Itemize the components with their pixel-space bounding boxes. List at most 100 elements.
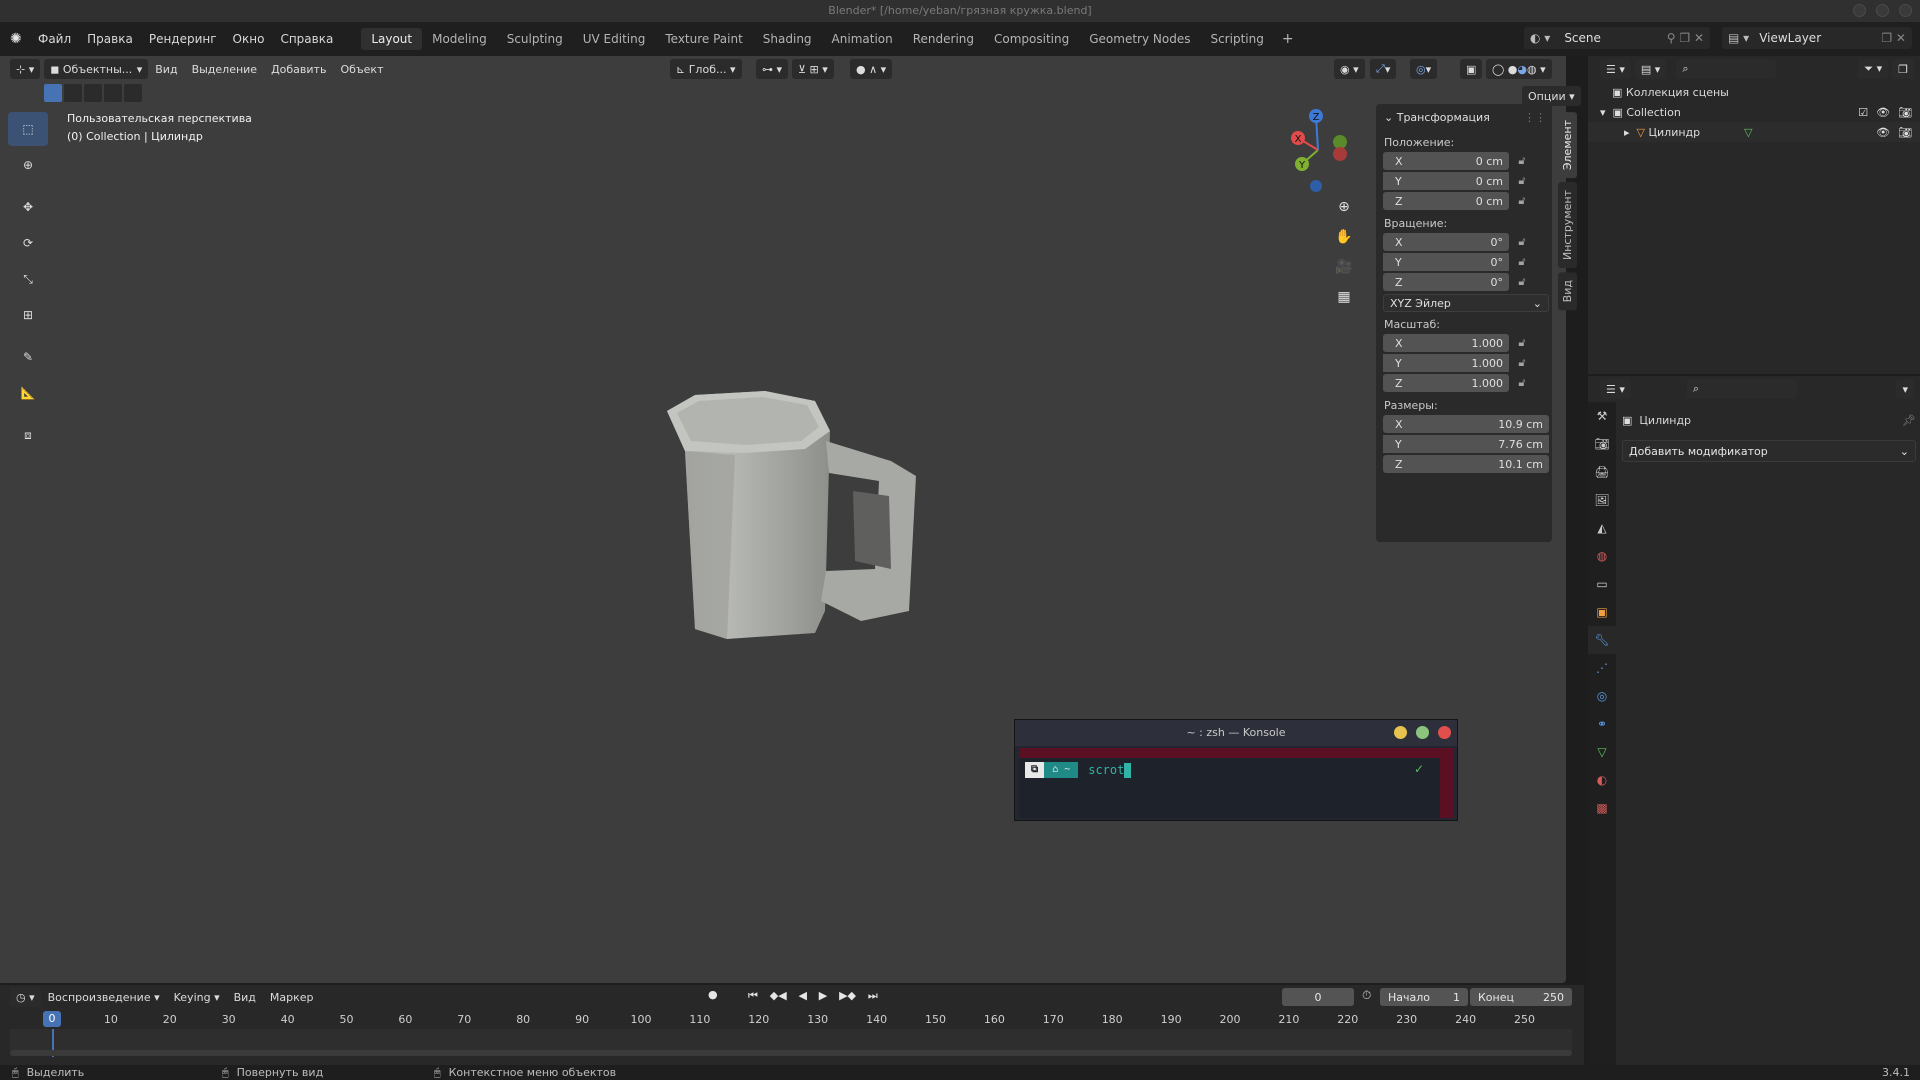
gizmo-neg-y-axis[interactable] [1333,135,1347,149]
minimize-button[interactable] [1853,4,1866,17]
dimensions-z-field[interactable]: Z 10.1 cm [1383,455,1549,473]
grid-perspective-icon[interactable]: ▦ [1331,284,1357,310]
blender-logo-icon[interactable]: ✺ [10,31,30,47]
object-icon[interactable]: ▣ [1588,598,1616,626]
select-extend-button[interactable] [64,84,82,102]
view-layer-add-icon[interactable]: ❐ ✕ [1881,31,1906,45]
scale-tool[interactable]: ⤡ [8,262,48,296]
mode-dropdown[interactable]: ◼ Объектны... ▾ [44,59,149,79]
location-y-field[interactable]: Y 0 cm [1383,172,1509,190]
shading-modes[interactable]: ◯ ● ◕ ◍ ▾ [1486,59,1552,79]
tab-sculpting[interactable]: Sculpting [497,28,573,50]
properties-editor-type-button[interactable]: ☰ ▾ [1600,379,1631,399]
camera-icon[interactable]: 📷︎ [1898,106,1912,119]
expand-arrow-icon[interactable]: ▸ [1624,126,1637,139]
tab-shading[interactable]: Shading [753,28,822,50]
outliner-search-input[interactable]: ⌕ [1676,59,1777,79]
expand-arrow-icon[interactable]: ▾ [1600,106,1613,119]
prev-keyframe-icon[interactable]: ◆◀ [766,989,791,1002]
tab-compositing[interactable]: Compositing [984,28,1079,50]
particles-icon[interactable]: ⋰ [1588,654,1616,682]
lock-icon[interactable]: 🔓︎ [1509,194,1535,208]
add-workspace-button[interactable]: + [1274,31,1302,47]
checkbox-icon[interactable]: ☑ [1858,106,1868,119]
zoom-icon[interactable]: ⊕ [1331,194,1357,220]
menu-file[interactable]: Файл [30,28,79,50]
select-new-button[interactable] [44,84,62,102]
collection-icon[interactable]: ▭ [1588,570,1616,598]
tab-layout[interactable]: Layout [361,28,423,50]
tab-modeling[interactable]: Modeling [422,28,497,50]
render-icon[interactable]: 📷︎ [1588,430,1616,458]
overlay-toggle[interactable]: ◎ ▾ [1410,59,1438,79]
konsole-maximize-button[interactable] [1416,726,1429,739]
eye-icon[interactable]: 👁︎ [1876,126,1890,139]
location-x-field[interactable]: X 0 cm [1383,152,1509,170]
view-layer-selector[interactable]: ▤ ▾ ViewLayer ❐ ✕ [1722,27,1912,49]
3d-viewport[interactable]: ⊹ ▾ ◼ Объектны... ▾ Вид Выделение Добави… [0,56,1581,983]
menu-render[interactable]: Рендеринг [141,28,225,50]
jump-end-icon[interactable]: ⏭ [864,989,882,1002]
stopwatch-icon[interactable]: ⏱ [1362,988,1371,1003]
rotation-z-field[interactable]: Z 0° [1383,273,1509,291]
tool-settings-icon[interactable]: ⚒ [1588,402,1616,430]
konsole-titlebar[interactable]: ~ : zsh — Konsole [1015,720,1457,746]
select-invert-button[interactable] [104,84,122,102]
lock-icon[interactable]: 🔓︎ [1509,235,1535,249]
rotate-tool[interactable]: ⟳ [8,226,48,260]
output-icon[interactable]: 🖨︎ [1588,458,1616,486]
cursor-tool[interactable]: ⊕ [8,148,48,182]
menu-add[interactable]: Добавить [264,63,333,76]
camera-icon[interactable]: 🎥 [1331,254,1357,280]
world-icon[interactable]: ◍ [1588,542,1616,570]
konsole-minimize-button[interactable] [1394,726,1407,739]
editor-type-button[interactable]: ⊹ ▾ [10,59,41,79]
tab-geometry-nodes[interactable]: Geometry Nodes [1079,28,1200,50]
display-mode-button[interactable]: ▤ ▾ [1634,59,1667,79]
constraints-icon[interactable]: ⚭ [1588,710,1616,738]
timeline-editor-type-button[interactable]: ◷ ▾ [10,987,41,1007]
tab-view[interactable]: Вид [1558,272,1577,311]
dimensions-y-field[interactable]: Y 7.76 cm [1383,435,1549,453]
scale-y-field[interactable]: Y 1.000 [1383,354,1509,372]
current-frame-marker[interactable]: 0 [43,1011,61,1027]
gizmo-neg-z-axis[interactable] [1310,180,1322,192]
tab-animation[interactable]: Animation [822,28,903,50]
material-icon[interactable]: ◐ [1588,766,1616,794]
mesh-data-icon[interactable]: ▽ [1588,738,1616,766]
menu-view[interactable]: Вид [148,63,184,76]
options-dropdown[interactable]: Опции ▾ [1522,86,1581,106]
terminal-scrollbar[interactable] [1440,758,1454,818]
lock-icon[interactable]: 🔓︎ [1509,275,1535,289]
add-modifier-dropdown[interactable]: Добавить модификатор ⌄ [1622,440,1916,462]
move-tool[interactable]: ✥ [8,190,48,224]
gizmo-neg-x-axis[interactable] [1333,147,1347,161]
pin-icon[interactable]: 📌︎ [1902,414,1916,427]
view-layer-icon[interactable]: 🖼︎ [1588,486,1616,514]
dimensions-x-field[interactable]: X 10.9 cm [1383,415,1549,433]
pivot-point-button[interactable]: ⊶ ▾ [756,59,789,79]
lock-icon[interactable]: 🔓︎ [1509,255,1535,269]
texture-icon[interactable]: ▩ [1588,794,1616,822]
lock-icon[interactable]: 🔓︎ [1509,356,1535,370]
new-collection-icon[interactable]: ❐ [1892,59,1914,79]
tab-tool[interactable]: Инструмент [1558,182,1577,269]
timeline-scrollbar[interactable] [10,1050,1572,1056]
camera-icon[interactable]: 📷︎ [1898,126,1912,139]
maximize-button[interactable] [1876,4,1889,17]
play-reverse-icon[interactable]: ◀ [794,989,810,1002]
rotation-x-field[interactable]: X 0° [1383,233,1509,251]
rotation-y-field[interactable]: Y 0° [1383,253,1509,271]
scene-collection-row[interactable]: ▣ Коллекция сцены [1588,82,1920,102]
end-frame-field[interactable]: Конец 250 [1470,988,1572,1006]
hand-pan-icon[interactable]: ✋ [1331,224,1357,250]
menu-window[interactable]: Окно [225,28,273,50]
playback-menu[interactable]: Воспроизведение ▾ [41,991,167,1004]
scene-pin-icon[interactable]: ⚲ ❐ ✕ [1667,31,1704,45]
location-z-field[interactable]: Z 0 cm [1383,192,1509,210]
jump-start-icon[interactable]: ⏮ [744,989,762,1002]
rotation-mode-dropdown[interactable]: XYZ Эйлер ⌄ [1383,294,1549,312]
start-frame-field[interactable]: Начало 1 [1380,988,1468,1006]
annotate-tool[interactable]: ✎ [8,340,48,374]
filter-icon[interactable]: ⏷ ▾ [1858,59,1889,79]
